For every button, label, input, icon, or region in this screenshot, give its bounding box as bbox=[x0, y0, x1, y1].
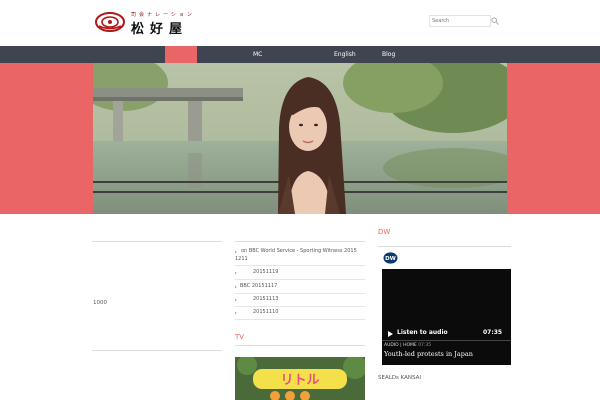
nav-item-english[interactable]: English bbox=[334, 46, 356, 63]
list-item[interactable]: ▸ 20151113 bbox=[235, 294, 365, 307]
post-link[interactable]: 20151119 bbox=[253, 269, 278, 276]
list-item[interactable]: ▸ 20151110 bbox=[235, 307, 365, 320]
tv-section-title: TV bbox=[235, 333, 245, 341]
listen-label[interactable]: Listen to audio bbox=[397, 329, 448, 336]
audio-headline[interactable]: Youth-led protests in Japan bbox=[384, 350, 473, 358]
logo-name: 松好屋 bbox=[131, 22, 189, 37]
dw-logo-icon: DW bbox=[383, 252, 398, 264]
page: 司会ナレーション 松好屋 MC English Blog bbox=[0, 0, 600, 400]
logo-emblem-icon bbox=[95, 12, 125, 32]
dw-audio-widget: DW Listen to audio 07:35 AUDIO | HOME 07… bbox=[378, 247, 511, 365]
site-logo[interactable]: 司会ナレーション 松好屋 bbox=[95, 11, 210, 37]
post-link[interactable]: on BBC World Service - Sporting Witness … bbox=[241, 248, 357, 255]
dw-logo-text: DW bbox=[385, 256, 396, 262]
post-link-cont[interactable]: 1211 bbox=[235, 256, 248, 263]
nav-item-mc[interactable]: MC bbox=[253, 46, 262, 63]
left-divider-top bbox=[92, 241, 222, 242]
post-link[interactable]: BBC 20151117 bbox=[240, 283, 277, 290]
list-item[interactable]: ▸ BBC 20151117 bbox=[235, 281, 365, 294]
search-icon[interactable] bbox=[491, 17, 499, 25]
progress-bar[interactable] bbox=[382, 340, 511, 341]
logo-subtitle: 司会ナレーション bbox=[131, 12, 195, 18]
site-header: 司会ナレーション 松好屋 bbox=[0, 0, 600, 46]
bullet-arrow-icon: ▸ bbox=[235, 249, 238, 254]
bullet-arrow-icon: ▸ bbox=[235, 270, 238, 275]
dw-section-title: DW bbox=[378, 228, 391, 236]
search-input[interactable] bbox=[430, 16, 490, 26]
bullet-arrow-icon: ▸ bbox=[235, 297, 238, 302]
hero-photo bbox=[93, 63, 507, 214]
nav-home-active[interactable] bbox=[165, 46, 197, 63]
play-icon[interactable] bbox=[388, 331, 393, 337]
middle-divider-top bbox=[235, 241, 365, 242]
left-column-text: 1000 bbox=[93, 300, 107, 306]
main-nav: MC English Blog bbox=[0, 46, 600, 63]
left-divider-bottom bbox=[92, 350, 222, 351]
tv-divider bbox=[235, 345, 365, 346]
audio-player[interactable]: Listen to audio 07:35 AUDIO | HOME 07:35… bbox=[382, 269, 511, 365]
tv-banner-graphic: リトル bbox=[235, 357, 365, 400]
audio-category: AUDIO | HOME bbox=[384, 343, 417, 348]
svg-text:リトル: リトル bbox=[280, 373, 319, 388]
nav-item-blog[interactable]: Blog bbox=[382, 46, 395, 63]
list-item[interactable]: ▸ 20151119 bbox=[235, 267, 365, 280]
audio-meta-time: 07:35 bbox=[418, 343, 432, 348]
search-box bbox=[429, 15, 491, 27]
audio-duration: 07:35 bbox=[483, 329, 503, 336]
bullet-arrow-icon: ▸ bbox=[235, 284, 238, 289]
bullet-arrow-icon: ▸ bbox=[235, 310, 238, 315]
hero-image bbox=[93, 63, 507, 214]
dw-caption: SEALDs KANSAI bbox=[378, 375, 422, 381]
audio-meta: AUDIO | HOME 07:35 bbox=[384, 343, 431, 348]
post-link[interactable]: 20151113 bbox=[253, 296, 278, 303]
list-item[interactable]: ▸ on BBC World Service - Sporting Witnes… bbox=[235, 246, 365, 266]
tv-banner-image[interactable]: リトル bbox=[235, 357, 365, 400]
post-link[interactable]: 20151110 bbox=[253, 309, 278, 316]
